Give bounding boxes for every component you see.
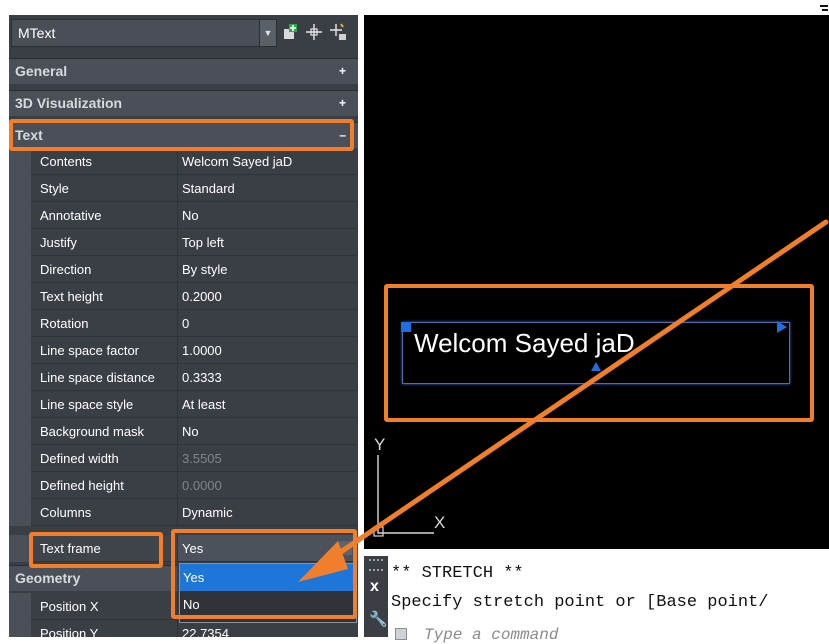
callout-arrow-icon [298,5,829,582]
